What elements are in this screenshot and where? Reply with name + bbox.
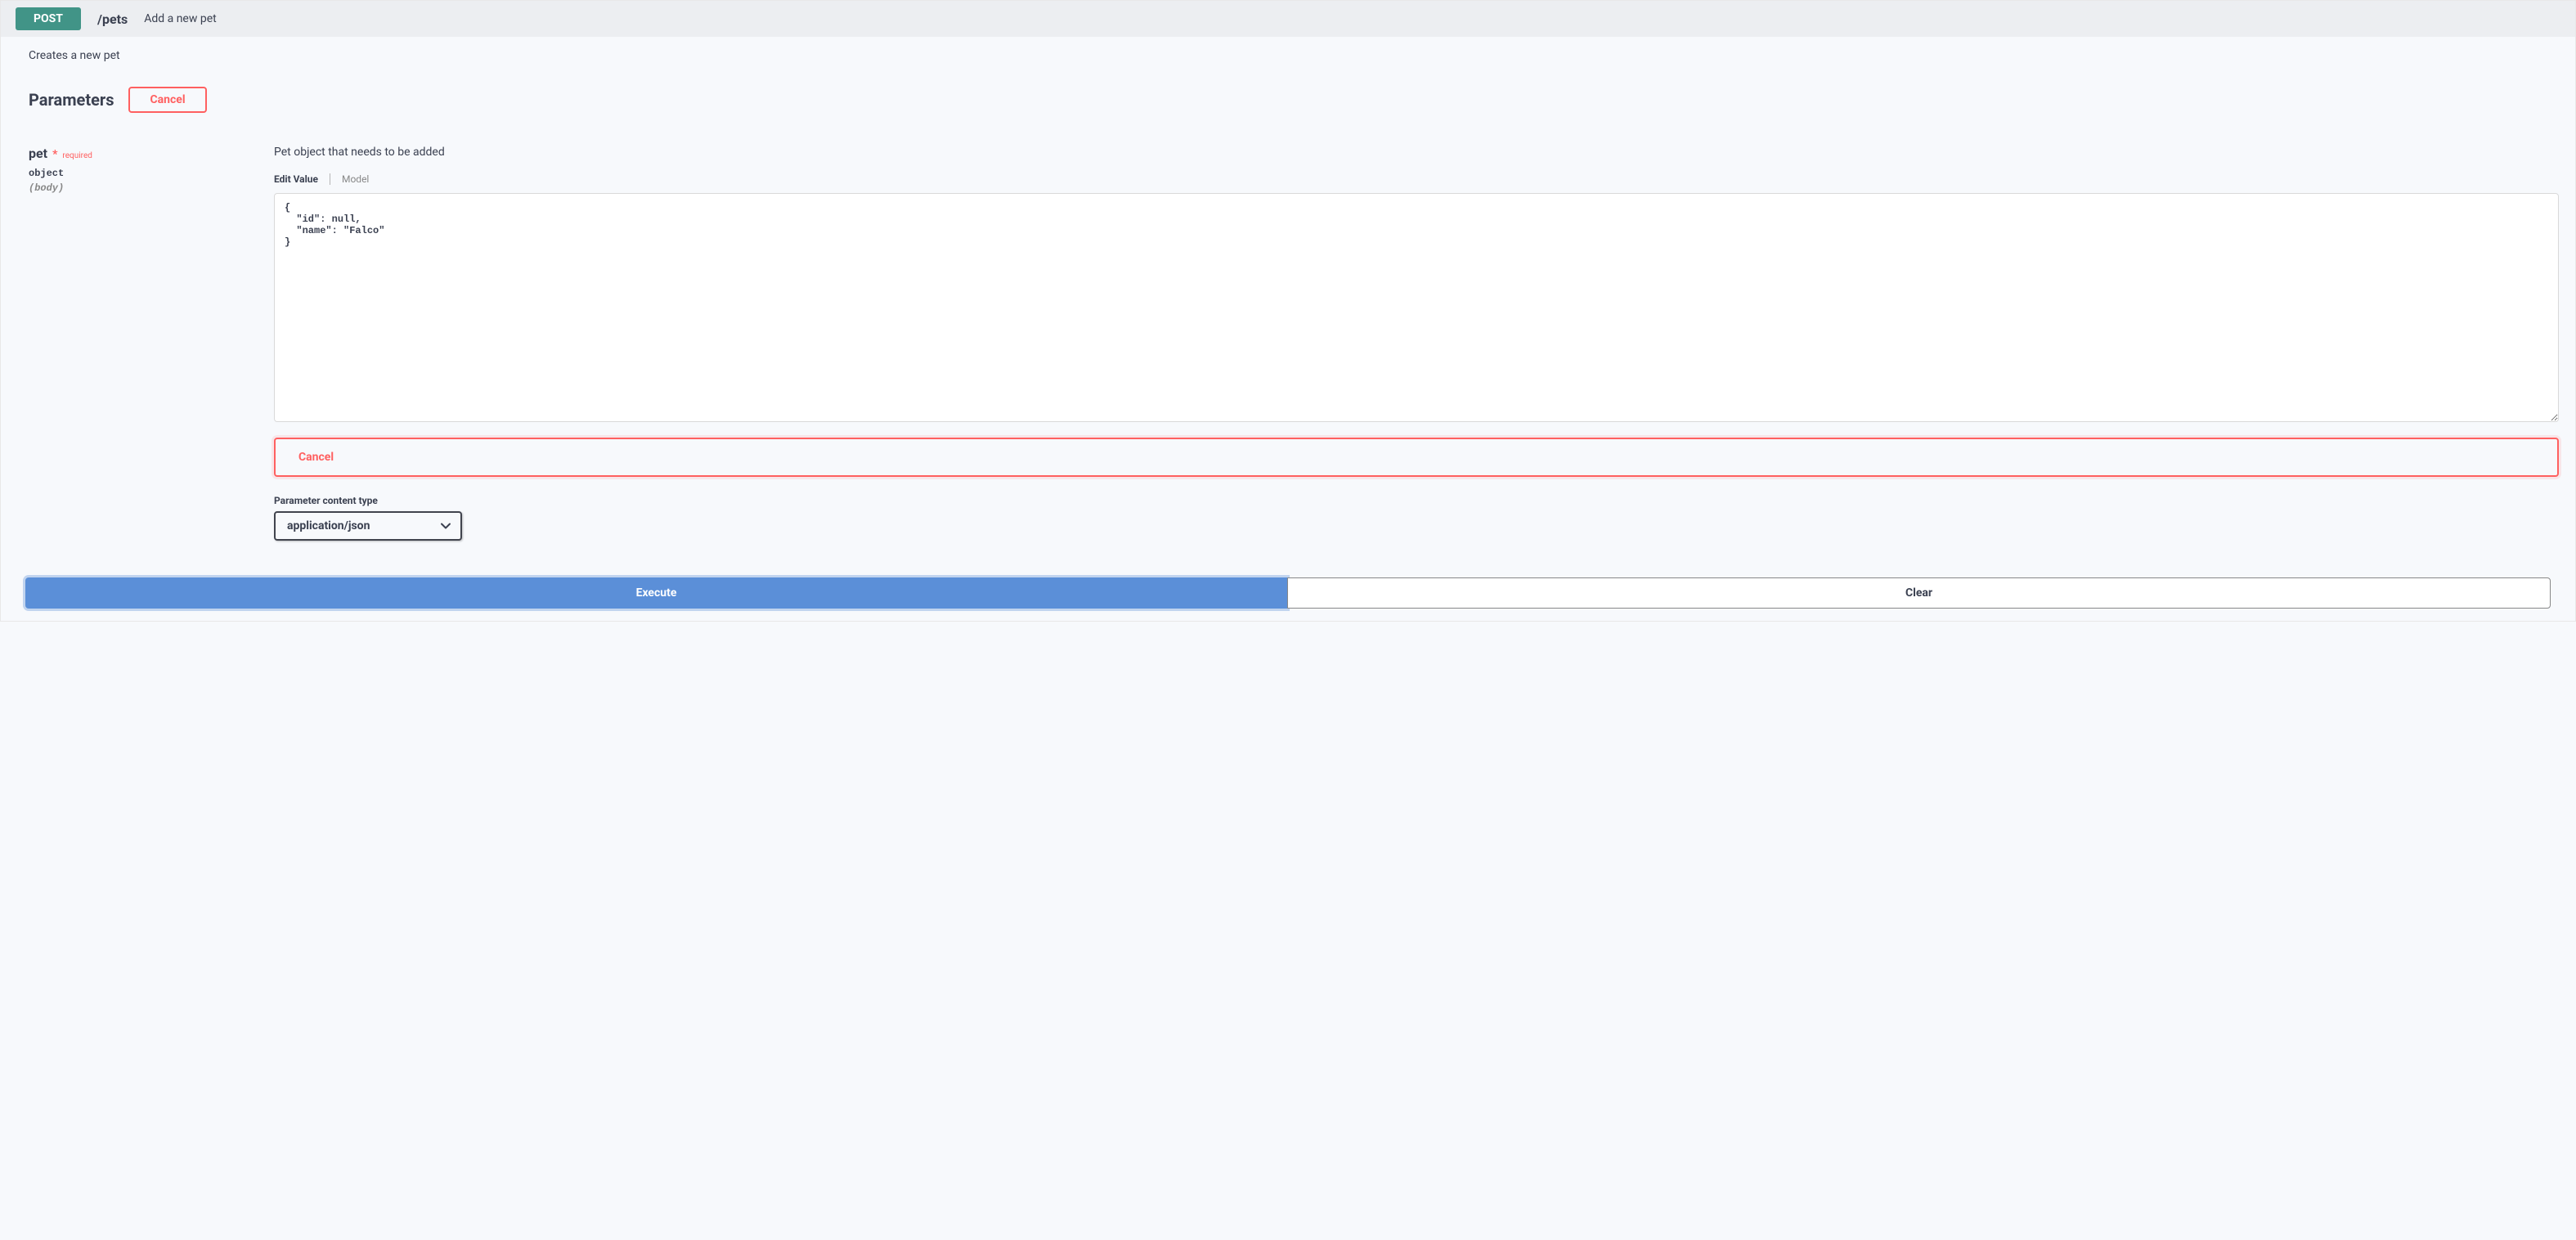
operation-summary: Add a new pet — [144, 12, 217, 25]
execute-button[interactable]: Execute — [25, 577, 1287, 609]
required-star: * — [52, 148, 57, 161]
action-row: Execute Clear — [25, 577, 2551, 609]
parameter-type: object — [29, 168, 274, 179]
parameters-content: pet * required object (body) Pet object … — [29, 146, 2559, 541]
parameter-in: (body) — [29, 182, 274, 194]
parameter-name: pet — [29, 146, 47, 161]
editor-tabs: Edit Value Model — [274, 173, 2559, 185]
operation-header[interactable]: POST /pets Add a new pet — [1, 1, 2575, 37]
operation-path: /pets — [97, 11, 128, 27]
operation-panel: POST /pets Add a new pet Creates a new p… — [0, 0, 2576, 622]
method-badge: POST — [16, 7, 81, 30]
cancel-button[interactable]: Cancel — [128, 87, 206, 113]
clear-button[interactable]: Clear — [1287, 577, 2551, 609]
cancel-body-button[interactable]: Cancel — [274, 438, 2559, 477]
parameter-editor: Pet object that needs to be added Edit V… — [274, 146, 2559, 541]
body-input[interactable] — [274, 193, 2559, 422]
parameters-header: Parameters Cancel — [29, 87, 2559, 113]
tab-model[interactable]: Model — [342, 173, 380, 185]
content-type-label: Parameter content type — [274, 495, 2559, 506]
parameter-description: Pet object that needs to be added — [274, 146, 2559, 159]
operation-body: Creates a new pet Parameters Cancel pet … — [1, 37, 2575, 621]
content-type-select[interactable]: application/json — [274, 511, 462, 541]
content-type-section: Parameter content type application/json — [274, 495, 2559, 541]
parameter-name-row: pet * required — [29, 146, 274, 161]
tab-edit-value[interactable]: Edit Value — [274, 173, 330, 185]
content-type-select-wrap: application/json — [274, 511, 462, 541]
parameter-meta: pet * required object (body) — [29, 146, 274, 541]
parameters-title: Parameters — [29, 90, 114, 110]
operation-description: Creates a new pet — [29, 49, 2559, 62]
required-text: required — [62, 151, 92, 160]
